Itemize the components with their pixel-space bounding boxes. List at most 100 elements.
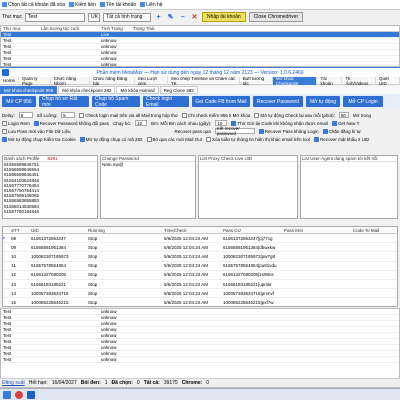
app-logo-icon <box>2 69 9 76</box>
threads-input[interactable]: 5 <box>61 112 76 118</box>
tab-timeline[interactable]: Seo chép Timeline và Chấm các TK <box>168 76 240 86</box>
tab-post[interactable]: Chức năng Đăng bài <box>90 76 135 86</box>
import-account-button[interactable]: Nhập tài khoản <box>202 12 246 22</box>
checkbox-icon[interactable] <box>99 2 105 7</box>
edit-icon[interactable]: ✎ <box>166 13 175 22</box>
tab-scan-uid[interactable]: Quét UID <box>376 76 400 86</box>
tab-page[interactable]: Quản lý Page <box>19 76 51 86</box>
checkbox-icon[interactable] <box>322 128 328 134</box>
recover-no-login-option[interactable]: Recover Pass không Login <box>258 128 319 134</box>
tab-home[interactable]: Home <box>0 76 20 85</box>
checkbox-icon[interactable] <box>314 136 320 142</box>
window-title: Phần mềm MetaMax — Hạn sử dụng đến ngày … <box>96 69 304 76</box>
checkbox-icon[interactable] <box>69 2 74 7</box>
table-row[interactable]: 11 61557578564854 Stop 5/6/2025 12:04:24 AM… <box>3 262 397 271</box>
table-row[interactable]: 13 61556193185221 Stop 5/6/2025 12:04:24 AM… <box>3 280 397 290</box>
captcha-input[interactable]: 10 <box>135 120 148 126</box>
clear-info-option[interactable]: Xóa tuần tự thông tin hiện thị khác emai… <box>205 136 310 142</box>
selected-count: 1 <box>104 380 108 386</box>
auto-282-option[interactable]: Mở tự động chụp có mã 282 <box>79 136 143 142</box>
tab-group[interactable]: Chức năng Nhóm <box>51 76 91 86</box>
check-login-email-button[interactable]: Check login Email <box>143 96 189 108</box>
change-password-panel[interactable]: Change Password Nam.mp@ <box>100 155 196 219</box>
checkbox-icon[interactable] <box>2 136 7 142</box>
recover-2-uid-option[interactable]: Recover mật khẩu 2 UID <box>314 136 369 142</box>
only-check-option[interactable]: Chỉ check Kiểm 956 k Mở khóa <box>181 112 250 118</box>
recover-pass-select[interactable]: Kết recover password <box>214 126 255 136</box>
list-item: Nam.mp@ <box>102 162 124 167</box>
minus-icon[interactable]: − <box>178 13 187 22</box>
get-new-option[interactable]: Get New T <box>331 120 359 126</box>
list-item: 61557750194848 <box>4 208 40 214</box>
checkbox-icon[interactable] <box>254 112 260 118</box>
table-row[interactable]: Test unknow <box>1 357 399 363</box>
auto-check-option[interactable]: Mở tự động Check lại sau mỗi (phút): <box>254 112 335 118</box>
get-code-from-mail-button[interactable]: Get Code FB from Mail <box>192 96 250 107</box>
checkbox-select-all[interactable]: Chọn tất cả khoản đã xóa <box>2 2 65 8</box>
tab-account[interactable]: Tài khoản <box>317 76 343 86</box>
checkbox-icon[interactable] <box>140 2 146 7</box>
app-icon[interactable] <box>3 390 11 399</box>
logout-link[interactable]: Đăng xuất <box>2 380 25 386</box>
checkbox-icon[interactable] <box>2 120 7 126</box>
tab-media[interactable]: Tk Ảnh/Videos <box>342 76 376 86</box>
checkbox-icon[interactable] <box>79 112 85 118</box>
profile-list-panel[interactable]: Danh sách Profile 8191 61556598846751 615… <box>2 155 98 219</box>
open-cp-login-button[interactable]: Mở CP Login <box>343 96 383 107</box>
checkbox-icon[interactable] <box>331 120 337 126</box>
tab-seo-view[interactable]: Seo Lượt xem <box>135 76 168 86</box>
auto-open-button[interactable]: Mở tự động <box>306 96 340 107</box>
checkbox-icon[interactable] <box>2 2 7 7</box>
login-rem-option[interactable]: Login Rem <box>2 120 30 126</box>
table-row[interactable]: 10 100082307195973 Stop 5/6/2025 12:04:24 A… <box>3 252 397 262</box>
checkbox-icon[interactable] <box>2 128 7 134</box>
checkbox-icon[interactable] <box>181 112 187 118</box>
subtab-hotmail[interactable]: Mở khóa Hotmail <box>116 86 159 94</box>
status-select[interactable]: Tất cả tình trạng <box>103 12 152 22</box>
checkbox-icon[interactable] <box>79 136 85 142</box>
checkbox-icon[interactable] <box>146 136 152 142</box>
browser-icon[interactable] <box>15 390 23 399</box>
checkbox-account-name[interactable]: Tên tài khoản <box>99 2 136 8</box>
table-row[interactable]: 09 61556591961384 Stop 5/6/2025 12:04:24 AM… <box>3 243 397 253</box>
options-row-2: Login Rem Recover Password không đổi pas… <box>0 119 400 127</box>
block-register-option[interactable]: Chặn đăng kí tự <box>322 128 361 134</box>
metamax-icon[interactable] <box>27 390 35 399</box>
retry-code-option[interactable]: Thử Gửi lại Code khi không nhận được ema… <box>231 120 328 126</box>
proxy-list-panel[interactable]: List Proxy Check Live UID <box>198 155 298 219</box>
subtab-cp282[interactable]: Mở khóa checkpoint 282 <box>58 86 116 94</box>
open-cp956-button[interactable]: Mở CP 956 <box>2 96 36 107</box>
checkbox-icon[interactable] <box>258 128 264 134</box>
spam-code-button[interactable]: Chụp bộ Spam Code <box>92 96 140 108</box>
table-row[interactable]: ▸ 08 61561372563247 Stop 5/6/2025 12:04:24 A… <box>3 234 397 244</box>
close-chromedriver-button[interactable]: Close Chromedriver <box>248 12 304 22</box>
recover-keep-pass-option[interactable]: Recover Password không đổi pass <box>33 120 109 126</box>
checkbox-icon[interactable] <box>231 120 237 126</box>
tab-buff[interactable]: Buff tương tác <box>240 76 273 86</box>
delay-input[interactable]: 5 <box>18 112 33 118</box>
check-mail-option[interactable]: Check login mail trên via all Mail trong… <box>79 112 178 118</box>
auto-cookie-option[interactable]: Mở tự động chụp Kiểm tra Cookie <box>2 136 76 142</box>
checkbox-earn[interactable]: Kiếm tiền <box>69 2 96 8</box>
subtab-cp956[interactable]: Mở khóa checkpoint 956 <box>0 86 58 94</box>
capture-profile-button[interactable]: Chụp hồ sơ Rất mới <box>39 96 89 108</box>
add-icon[interactable]: + <box>154 13 163 22</box>
table-row[interactable]: 15 100085225646215 Stop 5/6/2025 12:04:24 A… <box>3 298 397 308</box>
count-field[interactable]: UK <box>88 12 101 22</box>
checkbox-contact[interactable]: Liên hệ <box>140 2 163 8</box>
subtab-reg-clone[interactable]: Reg Clone 282 <box>159 86 198 94</box>
checkbox-icon[interactable] <box>205 136 211 142</box>
save-pass-option[interactable]: Lưu Pass mới vào File Dữ Liệu <box>2 128 71 134</box>
options-row-4: Mở tự động chụp Kiểm tra Cookie Mở tự độ… <box>0 135 400 143</box>
auto-minutes-input[interactable]: 60 <box>338 112 349 118</box>
folder-select[interactable]: Test <box>25 12 86 22</box>
skip-mail-option[interactable]: Bỏ qua các mới Mail Out <box>146 136 202 142</box>
tab-checkpoint[interactable]: Mở khóa Checkpoint <box>272 76 318 86</box>
close-icon[interactable]: ✕ <box>190 13 199 22</box>
recover-password-button[interactable]: Recover Password <box>253 96 303 107</box>
table-row[interactable]: 14 100057383634716 Stop 5/6/2025 12:04:24 A… <box>3 289 397 299</box>
checkbox-icon[interactable] <box>33 120 39 126</box>
options-row-3: Lưu Pass mới vào File Dữ Liệu Recover pa… <box>0 126 400 136</box>
user-agent-panel[interactable]: List User-Agent dùng spam tới kết nối <box>300 155 398 219</box>
table-row[interactable]: 12 61561327080206 Stop 5/6/2025 12:04:24 AM… <box>3 271 397 280</box>
